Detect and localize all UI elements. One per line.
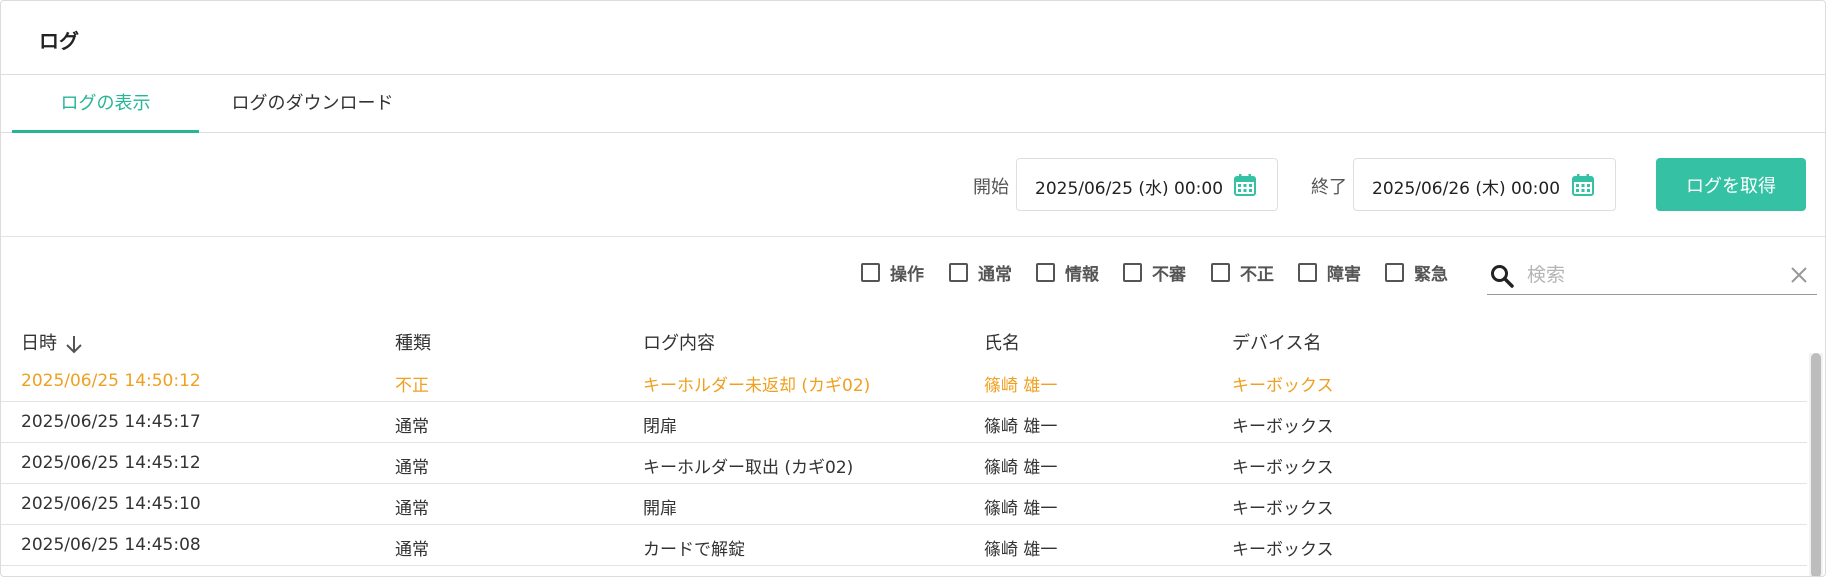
cell-content: カードで解錠 — [643, 540, 745, 560]
start-date-value: 2025/06/25 (水) 00:00 — [1035, 179, 1224, 199]
start-date-field[interactable]: 2025/06/25 (水) 00:00 — [1016, 158, 1278, 211]
table-row[interactable]: 2025/06/25 14:45:12 通常 キーホルダー取出 (カギ02) 篠… — [1, 443, 1807, 484]
cell-content: 開扉 — [643, 499, 677, 519]
start-label: 開始 — [973, 177, 1009, 198]
log-panel: ログ ログの表示 ログのダウンロード 開始 2025/06/25 (水) 00:… — [0, 0, 1826, 577]
filter-label: 障害 — [1327, 264, 1361, 285]
log-table: 日時 種類 ログ内容 氏名 デバイス名 2025/06/25 14:50:12 … — [1, 319, 1807, 566]
filter-emergency[interactable]: 緊急 — [1385, 259, 1448, 285]
checkbox[interactable] — [1036, 262, 1055, 282]
filter-label: 通常 — [978, 264, 1012, 285]
checkbox[interactable] — [1298, 262, 1317, 282]
get-log-button[interactable]: ログを取得 — [1656, 158, 1806, 211]
checkbox[interactable] — [1211, 262, 1230, 282]
filter-label: 緊急 — [1414, 264, 1448, 285]
table-row[interactable]: 2025/06/25 14:45:10 通常 開扉 篠崎 雄一 キーボックス — [1, 484, 1807, 525]
table-row[interactable]: 2025/06/25 14:45:17 通常 閉扉 篠崎 雄一 キーボックス — [1, 402, 1807, 443]
close-icon[interactable] — [1789, 265, 1809, 285]
filter-failure[interactable]: 障害 — [1298, 259, 1361, 285]
cell-name: 篠崎 雄一 — [984, 458, 1058, 478]
cell-datetime: 2025/06/25 14:45:12 — [21, 453, 201, 473]
page-title: ログ — [39, 29, 79, 53]
cell-name: 篠崎 雄一 — [984, 376, 1058, 396]
checkbox[interactable] — [949, 262, 968, 282]
cell-name: 篠崎 雄一 — [984, 540, 1058, 560]
filter-row: 操作 通常 情報 不審 不正 障害 緊急 — [1, 237, 1825, 307]
checkbox[interactable] — [1385, 262, 1404, 282]
cell-device: キーボックス — [1232, 458, 1334, 478]
filter-operation[interactable]: 操作 — [861, 259, 924, 285]
cell-type: 通常 — [395, 540, 429, 560]
filter-label: 不審 — [1152, 264, 1186, 285]
cell-datetime: 2025/06/25 14:45:08 — [21, 535, 201, 555]
column-header-datetime[interactable]: 日時 — [21, 329, 85, 355]
date-range-bar: 開始 2025/06/25 (水) 00:00 終了 2025/06/26 (木… — [1, 133, 1825, 237]
filter-fraud[interactable]: 不正 — [1211, 259, 1274, 285]
cell-device: キーボックス — [1232, 540, 1334, 560]
checkbox[interactable] — [1123, 262, 1142, 282]
cell-name: 篠崎 雄一 — [984, 499, 1058, 519]
tab-bar: ログの表示 ログのダウンロード — [1, 75, 1825, 133]
cell-datetime: 2025/06/25 14:45:17 — [21, 412, 201, 432]
table-scrollbar[interactable] — [1809, 353, 1823, 576]
column-header-type[interactable]: 種類 — [395, 329, 431, 355]
checkbox[interactable] — [861, 262, 880, 282]
tab-download-log[interactable]: ログのダウンロード — [199, 75, 426, 133]
end-date-field[interactable]: 2025/06/26 (木) 00:00 — [1353, 158, 1616, 211]
search-box — [1487, 255, 1817, 295]
panel-header: ログ — [1, 1, 1825, 75]
tab-view-log[interactable]: ログの表示 — [12, 75, 199, 133]
filter-label: 情報 — [1065, 264, 1099, 285]
cell-datetime: 2025/06/25 14:50:12 — [21, 371, 201, 391]
cell-device: キーボックス — [1232, 376, 1334, 396]
cell-datetime: 2025/06/25 14:45:10 — [21, 494, 201, 514]
calendar-icon[interactable] — [1233, 173, 1257, 197]
search-input[interactable] — [1527, 259, 1767, 291]
cell-content: 閉扉 — [643, 417, 677, 437]
column-header-name[interactable]: 氏名 — [984, 329, 1020, 355]
end-date-value: 2025/06/26 (木) 00:00 — [1372, 179, 1561, 199]
table-header: 日時 種類 ログ内容 氏名 デバイス名 — [1, 319, 1807, 361]
cell-type: 通常 — [395, 417, 429, 437]
column-header-device[interactable]: デバイス名 — [1232, 329, 1321, 355]
filter-normal[interactable]: 通常 — [949, 259, 1012, 285]
cell-device: キーボックス — [1232, 417, 1334, 437]
search-icon — [1491, 265, 1514, 288]
cell-type: 通常 — [395, 499, 429, 519]
cell-content: キーホルダー取出 (カギ02) — [643, 458, 854, 478]
table-row[interactable]: 2025/06/25 14:50:12 不正 キーホルダー未返却 (カギ02) … — [1, 361, 1807, 402]
table-row[interactable]: 2025/06/25 14:45:08 通常 カードで解錠 篠崎 雄一 キーボッ… — [1, 525, 1807, 566]
calendar-icon[interactable] — [1571, 173, 1595, 197]
cell-name: 篠崎 雄一 — [984, 417, 1058, 437]
filter-label: 操作 — [890, 264, 924, 285]
filter-label: 不正 — [1240, 264, 1274, 285]
column-label: 日時 — [21, 333, 57, 354]
end-label: 終了 — [1311, 177, 1347, 198]
cell-content: キーホルダー未返却 (カギ02) — [643, 376, 871, 396]
filter-info[interactable]: 情報 — [1036, 259, 1099, 285]
arrow-down-icon[interactable] — [63, 333, 85, 355]
scrollbar-thumb[interactable] — [1811, 353, 1821, 576]
cell-type: 不正 — [395, 376, 429, 396]
cell-type: 通常 — [395, 458, 429, 478]
column-header-content[interactable]: ログ内容 — [643, 329, 715, 355]
cell-device: キーボックス — [1232, 499, 1334, 519]
filter-suspicious[interactable]: 不審 — [1123, 259, 1186, 285]
